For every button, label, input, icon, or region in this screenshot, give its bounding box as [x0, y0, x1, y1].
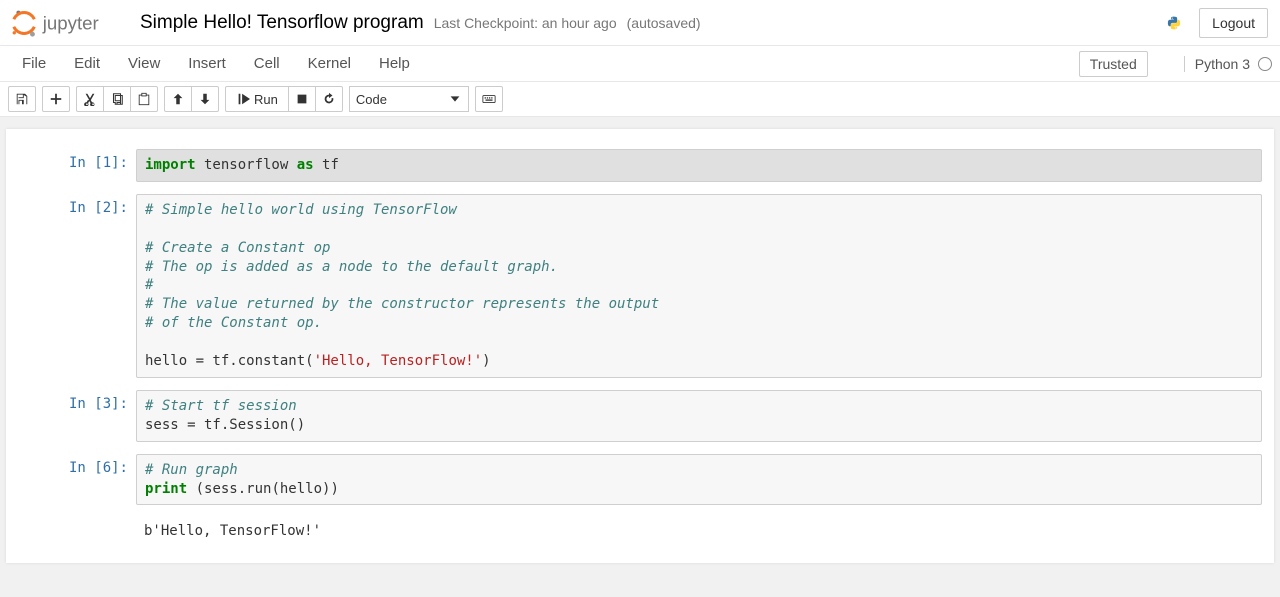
menu-bar: FileEditViewInsertCellKernelHelp Trusted… — [0, 46, 1280, 82]
cell-output: b'Hello, TensorFlow!' — [136, 517, 1262, 545]
insert-cell-button[interactable] — [42, 86, 70, 112]
code-cell[interactable]: In [2]:# Simple hello world using Tensor… — [18, 194, 1262, 378]
interrupt-button[interactable] — [288, 86, 316, 112]
save-icon — [15, 92, 29, 106]
python-logo-icon — [1167, 16, 1199, 30]
kernel-name: Python 3 — [1195, 56, 1250, 72]
code-input[interactable]: import tensorflow as tf — [136, 149, 1262, 182]
copy-button[interactable] — [103, 86, 131, 112]
logout-button[interactable]: Logout — [1199, 8, 1268, 38]
move-up-button[interactable] — [164, 86, 192, 112]
run-icon — [236, 92, 250, 106]
arrow-down-icon — [198, 92, 212, 106]
notebook: In [1]:import tensorflow as tfIn [2]:# S… — [6, 129, 1274, 563]
stop-icon — [295, 92, 309, 106]
menu-view[interactable]: View — [114, 49, 174, 78]
input-prompt: In [1]: — [18, 149, 136, 182]
jupyter-logo[interactable]: jupyter — [8, 9, 126, 37]
code-input[interactable]: # Run graph print (sess.run(hello)) — [136, 454, 1262, 506]
restart-icon — [322, 92, 336, 106]
menu-edit[interactable]: Edit — [60, 49, 114, 78]
code-cell[interactable]: In [1]:import tensorflow as tf — [18, 149, 1262, 182]
menu-kernel[interactable]: Kernel — [294, 49, 365, 78]
code-input[interactable]: # Start tf session sess = tf.Session() — [136, 390, 1262, 442]
menu-cell[interactable]: Cell — [240, 49, 294, 78]
arrow-up-icon — [171, 92, 185, 106]
trusted-indicator[interactable]: Trusted — [1079, 51, 1148, 77]
copy-icon — [110, 92, 124, 106]
code-cell[interactable]: In [6]:# Run graph print (sess.run(hello… — [18, 454, 1262, 506]
input-prompt: In [2]: — [18, 194, 136, 378]
output-prompt — [18, 517, 136, 545]
input-prompt: In [3]: — [18, 390, 136, 442]
svg-text:jupyter: jupyter — [42, 12, 99, 33]
notebook-title[interactable]: Simple Hello! Tensorflow program — [140, 12, 424, 34]
chevron-down-icon — [448, 92, 462, 106]
input-prompt: In [6]: — [18, 454, 136, 506]
output-cell: b'Hello, TensorFlow!' — [18, 517, 1262, 545]
kernel-indicator[interactable]: Python 3 — [1184, 56, 1272, 72]
paste-icon — [137, 92, 151, 106]
code-cell[interactable]: In [3]:# Start tf session sess = tf.Sess… — [18, 390, 1262, 442]
cell-type-value: Code — [356, 92, 387, 107]
restart-button[interactable] — [315, 86, 343, 112]
menu-help[interactable]: Help — [365, 49, 424, 78]
save-button[interactable] — [8, 86, 36, 112]
checkpoint-text: Last Checkpoint: an hour ago — [434, 15, 617, 31]
command-palette-button[interactable] — [475, 86, 503, 112]
cut-button[interactable] — [76, 86, 104, 112]
run-label: Run — [254, 92, 278, 107]
menu-file[interactable]: File — [14, 49, 60, 78]
plus-icon — [49, 92, 63, 106]
cell-type-select[interactable]: Code — [349, 86, 469, 112]
cut-icon — [83, 92, 97, 106]
paste-button[interactable] — [130, 86, 158, 112]
tool-bar: Run Code — [0, 82, 1280, 117]
kernel-status-icon — [1258, 57, 1272, 71]
run-button[interactable]: Run — [225, 86, 289, 112]
move-down-button[interactable] — [191, 86, 219, 112]
code-input[interactable]: # Simple hello world using TensorFlow # … — [136, 194, 1262, 378]
keyboard-icon — [482, 92, 496, 106]
header-bar: jupyter Simple Hello! Tensorflow program… — [0, 0, 1280, 46]
autosave-text: (autosaved) — [627, 15, 701, 31]
notebook-container: In [1]:import tensorflow as tfIn [2]:# S… — [0, 117, 1280, 597]
menu-insert[interactable]: Insert — [174, 49, 240, 78]
